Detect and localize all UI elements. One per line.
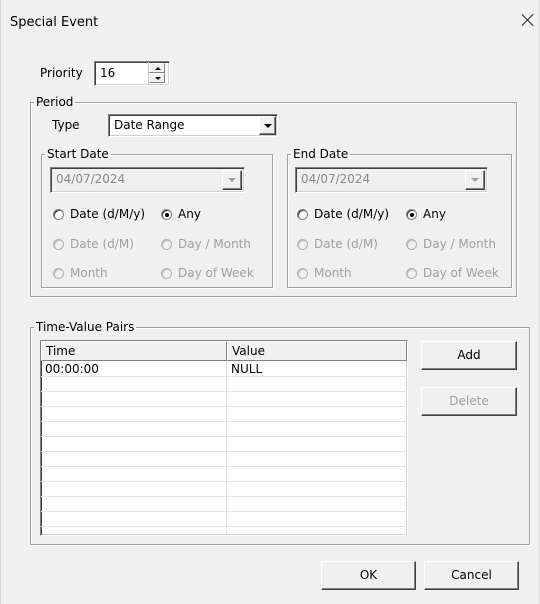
cell-value: NULL: [231, 362, 263, 376]
priority-spin-buttons: [148, 62, 165, 85]
radio-icon: [297, 267, 308, 279]
type-value: Date Range: [114, 118, 185, 132]
start-date-dropdown-button[interactable]: [222, 170, 242, 190]
start-radio-date-dm[interactable]: Date (d/M): [53, 237, 134, 251]
grid-line: [41, 406, 407, 407]
spin-up-button[interactable]: [149, 63, 165, 73]
grid-line: [41, 451, 407, 452]
type-label: Type: [52, 118, 80, 132]
end-date-legend: End Date: [291, 147, 351, 161]
start-radio-day-of-week[interactable]: Day of Week: [161, 266, 254, 280]
radio-checked-icon: [406, 208, 417, 220]
start-radio-month[interactable]: Month: [53, 266, 108, 280]
time-value-pairs-legend: Time-Value Pairs: [34, 320, 137, 334]
grid-line: [41, 496, 407, 497]
end-radio-date-dmy[interactable]: Date (d/M/y): [297, 207, 389, 221]
radio-icon: [161, 267, 172, 279]
chevron-down-icon: [263, 123, 272, 128]
radio-checked-icon: [161, 208, 172, 220]
special-event-dialog: Special Event Priority 16 Period Type Da…: [0, 0, 540, 604]
radio-icon: [53, 238, 64, 250]
radio-icon: [297, 208, 308, 220]
radio-icon: [161, 238, 172, 250]
column-divider: [226, 361, 227, 535]
add-button[interactable]: Add: [421, 341, 517, 370]
grid-line: [41, 481, 407, 482]
radio-icon: [53, 208, 64, 220]
spin-down-button[interactable]: [149, 73, 165, 83]
column-header-value[interactable]: Value: [227, 341, 407, 361]
end-date-dropdown-button[interactable]: [465, 170, 485, 190]
time-value-list[interactable]: Time Value 00:00:00 NULL: [40, 340, 408, 536]
end-date-picker[interactable]: 04/07/2024: [295, 167, 488, 193]
delete-button[interactable]: Delete: [421, 387, 517, 416]
chevron-down-icon: [228, 178, 236, 182]
cancel-button[interactable]: Cancel: [424, 561, 519, 590]
end-radio-any[interactable]: Any: [406, 207, 446, 221]
cell-time: 00:00:00: [45, 362, 99, 376]
start-radio-day-month[interactable]: Day / Month: [161, 237, 251, 251]
grid-line: [41, 466, 407, 467]
close-icon[interactable]: [517, 9, 539, 31]
end-radio-day-month[interactable]: Day / Month: [406, 237, 496, 251]
start-radio-any[interactable]: Any: [161, 207, 201, 221]
dialog-title: Special Event: [10, 15, 99, 30]
start-radio-date-dmy[interactable]: Date (d/M/y): [53, 207, 145, 221]
priority-spinner[interactable]: 16: [94, 61, 170, 86]
end-radio-date-dm[interactable]: Date (d/M): [297, 237, 378, 251]
type-dropdown-button[interactable]: [259, 116, 276, 135]
ok-button[interactable]: OK: [321, 561, 416, 590]
grid-line: [41, 511, 407, 512]
radio-icon: [53, 267, 64, 279]
type-dropdown[interactable]: Date Range: [108, 114, 278, 137]
chevron-down-icon: [471, 178, 479, 182]
end-date-value: 04/07/2024: [301, 172, 371, 186]
grid-line: [41, 526, 407, 527]
radio-icon: [297, 238, 308, 250]
priority-label: Priority: [40, 66, 83, 80]
priority-value: 16: [100, 66, 116, 80]
grid-line: [41, 421, 407, 422]
start-date-picker[interactable]: 04/07/2024: [50, 167, 245, 193]
start-date-value: 04/07/2024: [56, 172, 126, 186]
column-header-time[interactable]: Time: [41, 341, 227, 361]
up-arrow-icon: [155, 67, 161, 70]
down-arrow-icon: [155, 77, 161, 80]
grid-line: [41, 376, 407, 377]
list-header: Time Value: [41, 341, 407, 361]
end-radio-month[interactable]: Month: [297, 266, 352, 280]
grid-line: [41, 391, 407, 392]
grid-line: [41, 436, 407, 437]
start-date-legend: Start Date: [45, 147, 111, 161]
radio-icon: [406, 267, 417, 279]
table-row[interactable]: 00:00:00 NULL: [41, 363, 407, 376]
end-radio-day-of-week[interactable]: Day of Week: [406, 266, 499, 280]
radio-icon: [406, 238, 417, 250]
period-legend: Period: [34, 95, 76, 109]
